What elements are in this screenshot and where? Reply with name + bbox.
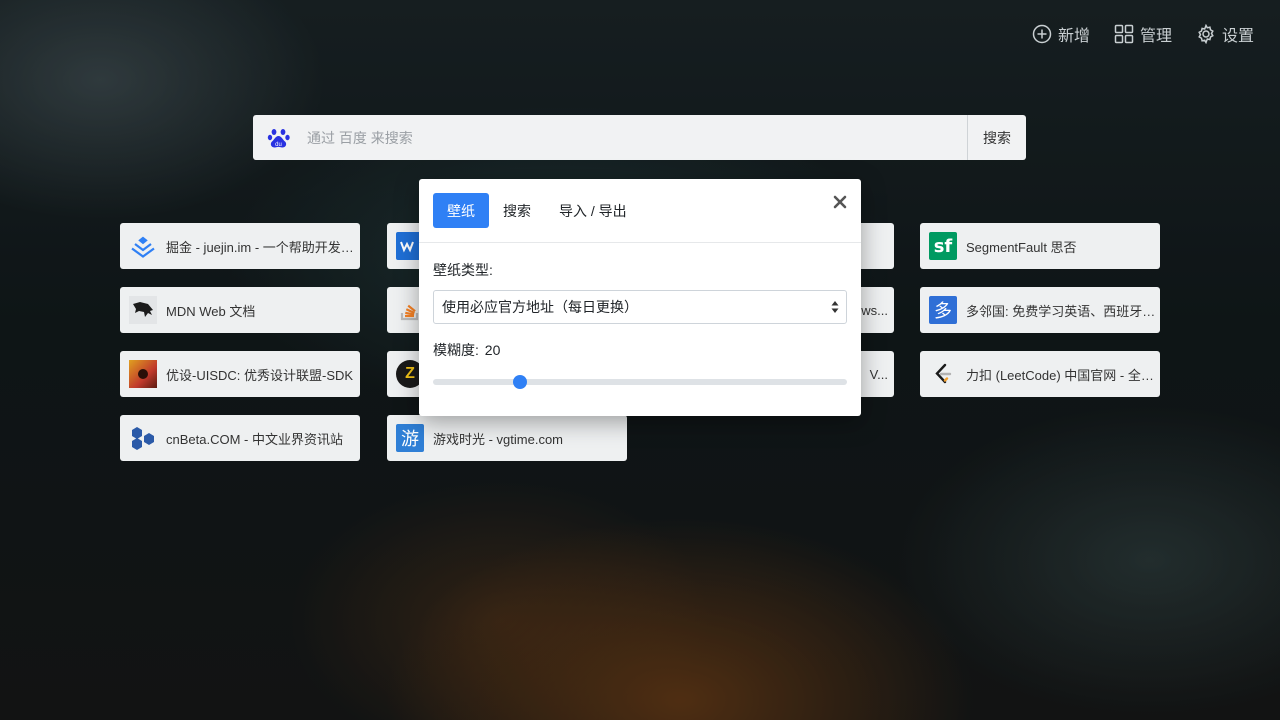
manage-label: 管理 xyxy=(1139,28,1172,45)
bookmark-label: 优设-UISDC: 优秀设计联盟-SDK xyxy=(166,367,354,383)
search-button[interactable]: 搜索 xyxy=(967,115,1026,160)
uisdc-icon xyxy=(129,360,157,388)
bookmark-label: SegmentFault 思否 xyxy=(966,239,1077,255)
bookmark-tile[interactable]: 优设-UISDC: 优秀设计联盟-SDK xyxy=(120,351,360,397)
add-label: 新增 xyxy=(1057,28,1090,45)
duolingo-icon: 多 xyxy=(929,296,957,324)
settings-button[interactable]: 设置 xyxy=(1196,22,1254,46)
bookmark-label: 力扣 (LeetCode) 中国官网 - 全球极客挚爱的技术成长平台 xyxy=(966,367,1160,383)
blur-row: 模糊度: 20 xyxy=(433,340,847,360)
bookmark-label: 掘金 - juejin.im - 一个帮助开发者成长的社区 xyxy=(166,239,360,255)
bookmark-tile[interactable]: cnBeta.COM - 中文业界资讯站 xyxy=(120,415,360,461)
plus-circle-icon xyxy=(1032,24,1052,44)
search-bar: du 搜索 xyxy=(253,115,1026,160)
bookmark-label: cnBeta.COM - 中文业界资讯站 xyxy=(166,431,343,447)
bookmark-tile[interactable]: MDN Web 文档 xyxy=(120,287,360,333)
modal-header: 壁纸 搜索 导入 / 导出 xyxy=(419,179,861,243)
modal-tabs: 壁纸 搜索 导入 / 导出 xyxy=(433,193,641,228)
add-button[interactable]: 新增 xyxy=(1032,22,1090,46)
mdn-dinosaur-icon xyxy=(129,296,157,324)
slider-thumb[interactable] xyxy=(513,375,527,389)
baidu-paw-icon: du xyxy=(267,128,290,148)
wallpaper-type-value: 使用必应官方地址（每日更换） xyxy=(442,299,638,315)
settings-modal: 壁纸 搜索 导入 / 导出 壁纸类型: 使用必应官方地址（每日更换） 模糊度: … xyxy=(419,179,861,416)
juejin-icon xyxy=(129,232,157,260)
cnbeta-hexagon-icon xyxy=(129,424,157,452)
tab-search[interactable]: 搜索 xyxy=(489,193,545,228)
wallpaper-type-select[interactable]: 使用必应官方地址（每日更换） xyxy=(433,290,847,324)
slider-track[interactable] xyxy=(433,379,847,385)
bookmark-tile[interactable]: sf SegmentFault 思否 xyxy=(920,223,1160,269)
bookmark-tile[interactable]: 掘金 - juejin.im - 一个帮助开发者成长的社区 xyxy=(120,223,360,269)
leetcode-icon xyxy=(929,360,957,388)
tab-wallpaper[interactable]: 壁纸 xyxy=(433,193,489,228)
blur-slider[interactable] xyxy=(433,374,847,390)
search-button-label: 搜索 xyxy=(983,129,1011,146)
settings-label: 设置 xyxy=(1221,28,1254,45)
bookmark-tile[interactable]: 多 多邻国: 免费学习英语、西班牙语、法语 xyxy=(920,287,1160,333)
modal-body: 壁纸类型: 使用必应官方地址（每日更换） 模糊度: 20 xyxy=(419,260,861,390)
bookmark-tile[interactable]: 游 游戏时光 - vgtime.com xyxy=(387,415,627,461)
bookmark-tile[interactable]: 力扣 (LeetCode) 中国官网 - 全球极客挚爱的技术成长平台 xyxy=(920,351,1160,397)
bookmark-label: MDN Web 文档 xyxy=(166,303,256,319)
blur-value: 20 xyxy=(484,342,501,358)
search-input[interactable] xyxy=(305,115,967,160)
segmentfault-icon: sf xyxy=(929,232,957,260)
wallpaper-type-label: 壁纸类型: xyxy=(433,262,493,278)
bookmark-label: 游戏时光 - vgtime.com xyxy=(433,431,564,447)
svg-text:du: du xyxy=(275,142,282,148)
manage-button[interactable]: 管理 xyxy=(1114,22,1172,46)
grid-icon xyxy=(1114,24,1134,44)
gear-icon xyxy=(1198,24,1214,44)
vgtime-icon: 游 xyxy=(396,424,424,452)
search-engine-selector[interactable]: du xyxy=(253,115,305,160)
top-toolbar: 新增 管理 设置 xyxy=(1032,22,1254,46)
close-icon xyxy=(833,195,847,209)
blur-label: 模糊度: xyxy=(433,342,479,358)
select-arrows-icon xyxy=(831,301,839,313)
bookmark-label: 多邻国: 免费学习英语、西班牙语、法语 xyxy=(966,303,1160,319)
close-button[interactable] xyxy=(832,194,848,210)
tab-import-export[interactable]: 导入 / 导出 xyxy=(545,193,641,228)
